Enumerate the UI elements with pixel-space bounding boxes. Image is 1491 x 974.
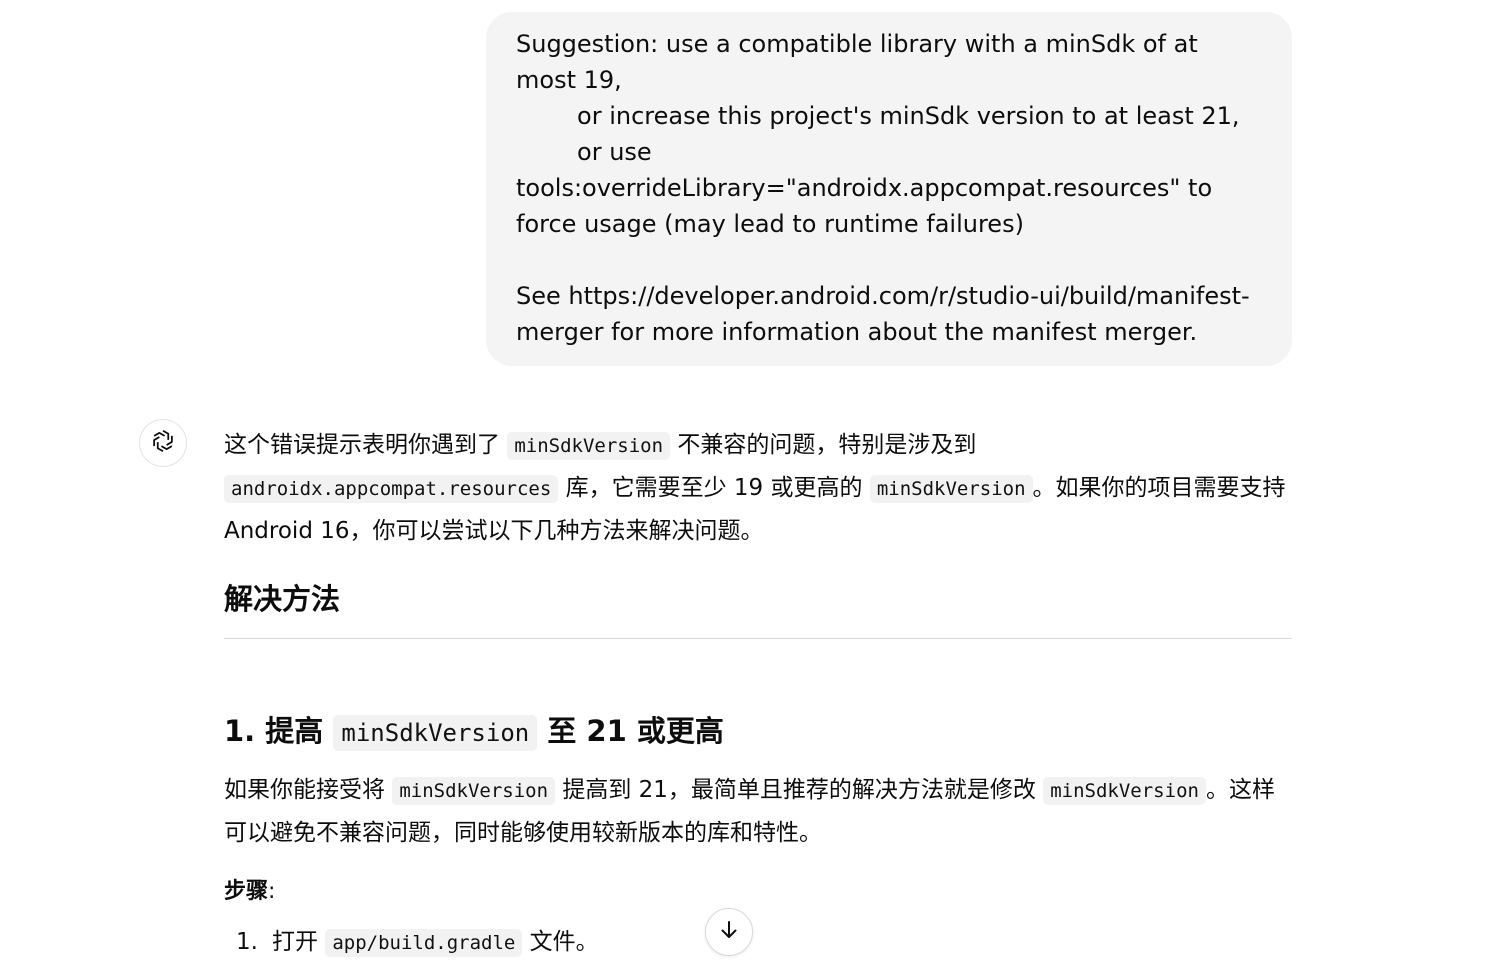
- text: 提高到 21，最简单且推荐的解决方法就是修改: [555, 777, 1044, 803]
- user-message-line: or increase this project's minSdk versio…: [516, 102, 1240, 130]
- inline-code: minSdkVersion: [507, 432, 671, 460]
- assistant-avatar: [139, 419, 187, 467]
- text: 文件。: [522, 929, 599, 955]
- step-heading: 1. 提高 minSdkVersion 至 21 或更高: [224, 705, 1292, 759]
- list-item: 1. 打开 app/build.gradle 文件。: [224, 922, 1292, 963]
- step-paragraph: 如果你能接受将 minSdkVersion 提高到 21，最简单且推荐的解决方法…: [224, 769, 1292, 854]
- inline-code: minSdkVersion: [869, 475, 1033, 503]
- inline-code: minSdkVersion: [333, 715, 538, 751]
- intro-paragraph: 这个错误提示表明你遇到了 minSdkVersion 不兼容的问题，特别是涉及到…: [224, 424, 1292, 552]
- text: 库，它需要至少 19 或更高的: [558, 475, 870, 501]
- text: :: [268, 879, 276, 904]
- assistant-message: 这个错误提示表明你遇到了 minSdkVersion 不兼容的问题，特别是涉及到…: [224, 424, 1292, 963]
- text: 打开: [272, 929, 326, 955]
- user-message-line: or use tools:overrideLibrary="androidx.a…: [516, 138, 1220, 238]
- steps-label: 步骤:: [224, 874, 1292, 910]
- text: 至 21 或更高: [537, 714, 724, 748]
- scroll-to-bottom-button[interactable]: [705, 908, 753, 956]
- arrow-down-icon: [717, 918, 741, 946]
- text: 不兼容的问题，特别是涉及到: [670, 432, 977, 458]
- user-message-line: Suggestion: use a compatible library wit…: [516, 30, 1206, 94]
- steps-list: 1. 打开 app/build.gradle 文件。: [224, 922, 1292, 963]
- text: 1. 提高: [224, 714, 334, 748]
- section-heading: 解决方法: [224, 582, 341, 616]
- inline-code: app/build.gradle: [325, 929, 523, 957]
- inline-code: androidx.appcompat.resources: [224, 475, 559, 503]
- inline-code: minSdkVersion: [1043, 777, 1206, 805]
- inline-code: minSdkVersion: [392, 777, 556, 805]
- user-message-bubble: Suggestion: use a compatible library wit…: [486, 12, 1292, 366]
- user-message-line: See https://developer.android.com/r/stud…: [516, 282, 1250, 346]
- divider: [224, 638, 1292, 639]
- list-number: 1.: [236, 929, 258, 955]
- text: 这个错误提示表明你遇到了: [224, 432, 508, 458]
- openai-logo-icon: [149, 427, 177, 459]
- steps-label-text: 步骤: [224, 879, 269, 904]
- text: 如果你能接受将: [224, 777, 393, 803]
